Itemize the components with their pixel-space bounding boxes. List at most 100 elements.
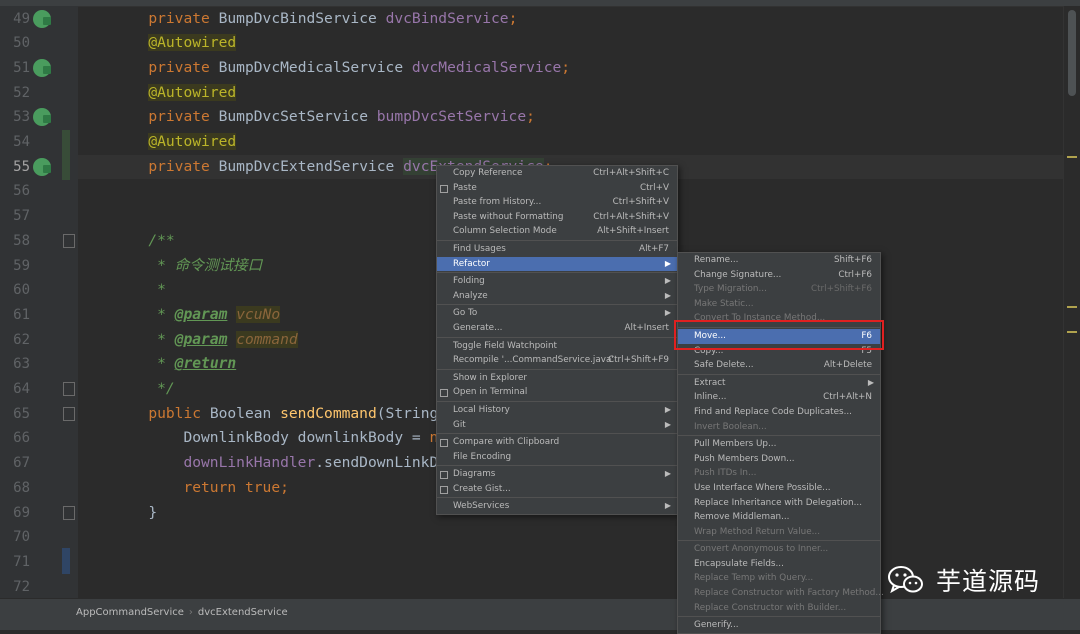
code-line[interactable]: @Autowired: [78, 130, 1064, 155]
gutter-row[interactable]: 50: [0, 31, 78, 56]
line-number[interactable]: 71: [8, 550, 30, 574]
code-line[interactable]: private BumpDvcBindService dvcBindServic…: [78, 7, 1064, 32]
refactor-menu-item[interactable]: Extract ▶: [678, 376, 880, 391]
context-menu-item[interactable]: Create Gist...: [437, 482, 677, 497]
context-menu-item[interactable]: Diagrams ▶: [437, 467, 677, 482]
implemented-icon[interactable]: [33, 9, 51, 28]
error-stripe-mark[interactable]: [1067, 331, 1077, 333]
implemented-icon[interactable]: [33, 108, 51, 127]
context-menu-item[interactable]: Copy Reference Ctrl+Alt+Shift+C: [437, 166, 677, 181]
gutter-row[interactable]: 70: [0, 525, 78, 550]
context-menu-item[interactable]: Recompile '...CommandService.java' Ctrl+S…: [437, 353, 677, 368]
line-number[interactable]: 61: [8, 303, 30, 327]
context-menu-item[interactable]: Open in Terminal: [437, 385, 677, 400]
gutter-row[interactable]: 57: [0, 204, 78, 229]
line-number[interactable]: 64: [8, 377, 30, 401]
gutter-row[interactable]: 64: [0, 377, 78, 402]
line-number[interactable]: 59: [8, 254, 30, 278]
context-menu-item[interactable]: Folding ▶: [437, 274, 677, 289]
implemented-icon[interactable]: [33, 58, 51, 77]
gutter-row[interactable]: 56: [0, 179, 78, 204]
gutter-row[interactable]: 52: [0, 81, 78, 106]
gutter-row[interactable]: 59: [0, 254, 78, 279]
context-menu-item[interactable]: Paste from History... Ctrl+Shift+V: [437, 195, 677, 210]
context-menu-item[interactable]: Go To ▶: [437, 306, 677, 321]
line-number[interactable]: 70: [8, 525, 30, 549]
vcs-change-marker[interactable]: [62, 130, 70, 180]
fold-marker-icon[interactable]: [63, 382, 75, 396]
vcs-change-marker[interactable]: [62, 548, 70, 574]
line-number[interactable]: 72: [8, 575, 30, 599]
scrollbar-thumb[interactable]: [1068, 10, 1076, 96]
breadcrumb-class[interactable]: AppCommandService: [76, 607, 184, 618]
error-stripe-mark[interactable]: [1067, 306, 1077, 308]
gutter-row[interactable]: 60: [0, 278, 78, 303]
context-menu-item[interactable]: Find Usages Alt+F7: [437, 242, 677, 257]
context-menu-item[interactable]: Show in Explorer: [437, 371, 677, 386]
gutter-row[interactable]: 61: [0, 303, 78, 328]
gutter-row[interactable]: 69: [0, 501, 78, 526]
gutter-row[interactable]: 67: [0, 451, 78, 476]
context-menu-item[interactable]: Git ▶: [437, 418, 677, 433]
context-menu-item[interactable]: File Encoding: [437, 450, 677, 465]
gutter-row[interactable]: 53: [0, 105, 78, 130]
code-line[interactable]: @Autowired: [78, 31, 1064, 56]
code-line[interactable]: [78, 525, 1064, 550]
line-number[interactable]: 55: [8, 155, 30, 179]
context-menu-item[interactable]: WebServices ▶: [437, 499, 677, 514]
refactor-menu-item[interactable]: Change Signature... Ctrl+F6: [678, 268, 880, 283]
context-menu-item[interactable]: Column Selection Mode Alt+Shift+Insert: [437, 224, 677, 239]
line-number[interactable]: 60: [8, 278, 30, 302]
line-number[interactable]: 53: [8, 105, 30, 129]
line-number[interactable]: 51: [8, 56, 30, 80]
line-number[interactable]: 50: [8, 31, 30, 55]
context-menu-item[interactable]: Paste without Formatting Ctrl+Alt+Shift+V: [437, 210, 677, 225]
fold-marker-icon[interactable]: [63, 233, 75, 248]
refactor-menu-item[interactable]: Rename... Shift+F6: [678, 253, 880, 268]
refactor-menu-item[interactable]: Safe Delete... Alt+Delete: [678, 358, 880, 373]
line-number[interactable]: 62: [8, 328, 30, 352]
refactor-menu-item[interactable]: Find and Replace Code Duplicates...: [678, 405, 880, 420]
refactor-menu-item[interactable]: Push Members Down...: [678, 452, 880, 467]
code-line[interactable]: private BumpDvcMedicalService dvcMedical…: [78, 56, 1064, 81]
refactor-menu-item[interactable]: Pull Members Up...: [678, 437, 880, 452]
gutter-row[interactable]: 68: [0, 476, 78, 501]
context-menu-item[interactable]: Compare with Clipboard: [437, 435, 677, 450]
editor-scrollbar[interactable]: [1063, 6, 1080, 598]
breadcrumb-field[interactable]: dvcExtendService: [198, 607, 288, 618]
line-number[interactable]: 54: [8, 130, 30, 154]
line-number[interactable]: 58: [8, 229, 30, 253]
gutter-row[interactable]: 51: [0, 56, 78, 81]
line-number[interactable]: 57: [8, 204, 30, 228]
gutter-row[interactable]: 66: [0, 426, 78, 451]
context-menu-item[interactable]: Toggle Field Watchpoint: [437, 339, 677, 354]
line-number[interactable]: 68: [8, 476, 30, 500]
fold-marker-icon[interactable]: [63, 406, 75, 421]
refactor-menu-item[interactable]: Remove Middleman...: [678, 510, 880, 525]
line-number[interactable]: 67: [8, 451, 30, 475]
line-number[interactable]: 69: [8, 501, 30, 525]
fold-marker-icon[interactable]: [63, 505, 75, 520]
context-menu-item[interactable]: Analyze ▶: [437, 289, 677, 304]
refactor-menu-item[interactable]: Encapsulate Fields...: [678, 557, 880, 572]
line-number[interactable]: 52: [8, 81, 30, 105]
refactor-menu-item[interactable]: Use Interface Where Possible...: [678, 481, 880, 496]
gutter-row[interactable]: 62: [0, 328, 78, 353]
error-stripe-mark[interactable]: [1067, 156, 1077, 158]
line-number[interactable]: 63: [8, 352, 30, 376]
gutter-row[interactable]: 72: [0, 575, 78, 600]
context-menu-item[interactable]: Refactor ▶: [437, 256, 677, 272]
refactor-menu-item[interactable]: Replace Inheritance with Delegation...: [678, 496, 880, 511]
line-number[interactable]: 65: [8, 402, 30, 426]
gutter-row[interactable]: 63: [0, 352, 78, 377]
gutter-row[interactable]: 49: [0, 7, 78, 32]
context-menu-item[interactable]: Generate... Alt+Insert: [437, 321, 677, 336]
code-line[interactable]: @Autowired: [78, 81, 1064, 106]
implemented-icon[interactable]: [33, 157, 51, 176]
line-number[interactable]: 49: [8, 7, 30, 31]
gutter-row[interactable]: 65: [0, 402, 78, 427]
context-menu-item[interactable]: Local History ▶: [437, 403, 677, 418]
gutter-row[interactable]: 58: [0, 229, 78, 254]
code-line[interactable]: private BumpDvcSetService bumpDvcSetServ…: [78, 105, 1064, 130]
line-number[interactable]: 66: [8, 426, 30, 450]
